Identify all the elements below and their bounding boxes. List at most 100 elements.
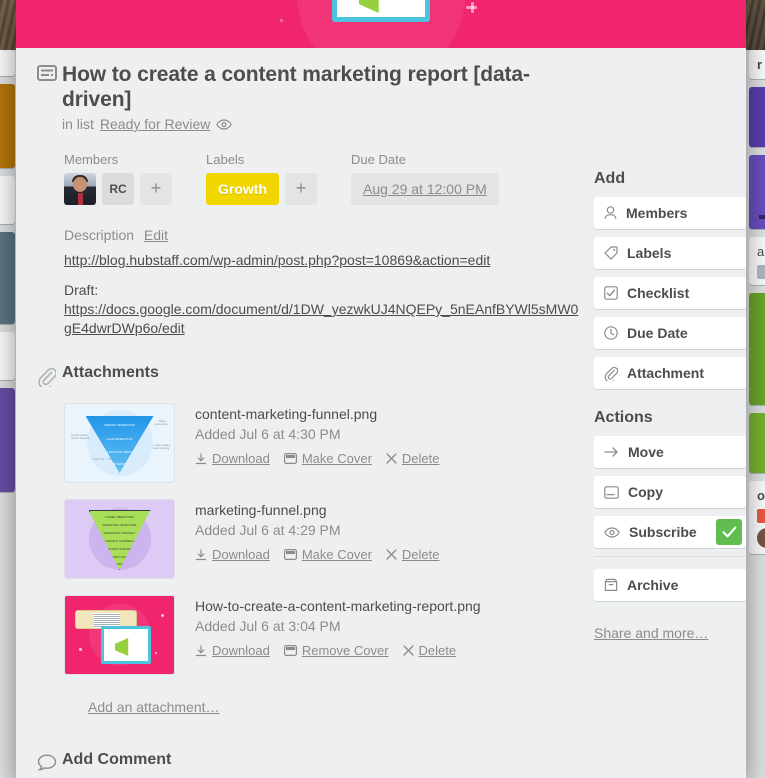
download-icon — [195, 548, 207, 560]
list-item[interactable]: anc — [749, 237, 765, 285]
list-item[interactable] — [749, 293, 765, 405]
add-comment-block: Add Comment Write a comment… — [16, 751, 596, 778]
attachment-name[interactable]: How-to-create-a-content-marketing-report… — [195, 598, 481, 614]
make-cover-link[interactable]: Make Cover — [283, 547, 372, 562]
download-link[interactable]: Download — [195, 643, 270, 658]
checklist-icon — [604, 286, 618, 300]
list-item[interactable] — [0, 50, 15, 76]
sparkle-icon — [280, 19, 283, 22]
sidebar-divider — [594, 556, 746, 557]
list-item[interactable] — [0, 84, 15, 168]
card-cover-image[interactable] — [16, 0, 746, 48]
avatar-initials[interactable]: RC — [102, 173, 134, 205]
attachment-thumbnail[interactable]: DEMAND GENERATION LEAD GENERATION LEAD N… — [64, 403, 175, 483]
remove-cover-link[interactable]: Remove Cover — [283, 643, 389, 658]
comment-icon — [32, 751, 62, 771]
delete-link[interactable]: Delete — [386, 547, 439, 562]
card-main-column: How to create a content marketing report… — [16, 48, 596, 778]
attachments-header: Attachments — [16, 364, 596, 387]
attachments-title: Attachments — [62, 364, 159, 381]
board-card-text: anc — [757, 244, 765, 259]
cover-icon — [283, 453, 297, 464]
list-item[interactable] — [0, 388, 15, 492]
sidebar-item-copy[interactable]: Copy — [594, 476, 746, 508]
list-item[interactable] — [749, 413, 765, 473]
download-icon — [195, 452, 207, 464]
add-comment-header: Add Comment — [16, 751, 596, 771]
sparkle-icon — [155, 652, 157, 654]
make-cover-link[interactable]: Make Cover — [283, 451, 372, 466]
board-card-text: orkin — [757, 488, 765, 503]
list-item[interactable]: d — [0, 332, 15, 380]
list-item[interactable]: orkin — [749, 481, 765, 554]
sidebar-item-labels[interactable]: Labels — [594, 237, 746, 269]
person-icon — [604, 206, 617, 220]
add-member-button[interactable]: + — [140, 173, 172, 205]
cover-label: Make Cover — [301, 451, 372, 466]
list-name-link[interactable]: Ready for Review — [100, 116, 211, 132]
cover-icon — [283, 645, 297, 656]
eye-icon — [604, 526, 620, 538]
download-link[interactable]: Download — [195, 451, 270, 466]
page-title[interactable]: How to create a content marketing report… — [62, 62, 596, 112]
subscribed-check-badge[interactable] — [716, 519, 742, 545]
badge-row — [0, 204, 7, 218]
list-item[interactable] — [0, 232, 15, 324]
members-items: RC + — [64, 173, 172, 205]
avatar-tie — [78, 193, 83, 205]
sidebar-item-archive[interactable]: Archive — [594, 569, 746, 601]
cover-icon — [283, 549, 297, 560]
attachment-item: FUNNEL OBJECTIVES MARKETING OBJECTIVES M… — [64, 499, 596, 579]
funnel-note: → Case studies, Lead nurturing — [151, 444, 171, 451]
attachment-name[interactable]: content-marketing-funnel.png — [195, 406, 439, 422]
eye-icon[interactable] — [216, 118, 233, 130]
add-label-button[interactable]: + — [285, 173, 317, 205]
description-link-post[interactable]: http://blog.hubstaff.com/wp-admin/post.p… — [64, 251, 584, 270]
delete-link[interactable]: Delete — [386, 451, 439, 466]
list-item[interactable]: n — [0, 176, 15, 224]
avatar[interactable] — [64, 173, 96, 205]
arrow-right-icon — [604, 446, 619, 458]
attachment-thumbnail[interactable]: FUNNEL OBJECTIVES MARKETING OBJECTIVES M… — [64, 499, 175, 579]
download-icon — [195, 644, 207, 656]
attachment-name[interactable]: marketing-funnel.png — [195, 502, 439, 518]
sidebar-item-due-date[interactable]: Due Date — [594, 317, 746, 349]
sidebar-item-members[interactable]: Members — [594, 197, 746, 229]
delete-label: Delete — [418, 643, 457, 658]
sidebar-item-checklist[interactable]: Checklist — [594, 277, 746, 309]
sidebar-item-label: Attachment — [627, 365, 705, 381]
sidebar-item-label: Move — [628, 444, 664, 460]
download-label: Download — [212, 547, 270, 562]
in-list-prefix: in list — [62, 116, 94, 132]
list-item[interactable] — [749, 155, 765, 229]
attachment-actions: Download Remove Cover Delete — [195, 643, 481, 658]
sidebar-item-attachment[interactable]: Attachment — [594, 357, 746, 389]
add-attachment-link[interactable]: Add an attachment… — [88, 699, 220, 715]
sparkle-icon — [466, 6, 477, 9]
chart-thumbnail-icon — [759, 215, 765, 219]
list-item[interactable] — [749, 87, 765, 147]
due-badge-icon — [757, 509, 765, 523]
share-and-more-link[interactable]: Share and more… — [594, 625, 708, 641]
members-group: Members RC + — [64, 152, 172, 205]
delete-link[interactable]: Delete — [402, 643, 457, 658]
download-link[interactable]: Download — [195, 547, 270, 562]
description-link-doc[interactable]: https://docs.google.com/document/d/1DW_y… — [64, 300, 584, 338]
sparkle-icon — [161, 614, 164, 617]
due-date-chip[interactable]: Aug 29 at 12:00 PM — [351, 173, 499, 205]
attachment-thumbnail[interactable] — [64, 595, 175, 675]
sparkle-icon — [341, 4, 345, 8]
sidebar-item-move[interactable]: Move — [594, 436, 746, 468]
attachment-date: Added Jul 6 at 3:04 PM — [195, 618, 341, 634]
cover-illustration-frame — [332, 0, 430, 22]
attachment-item: DEMAND GENERATION LEAD GENERATION LEAD N… — [64, 403, 596, 483]
sidebar-item-subscribe[interactable]: Subscribe — [594, 516, 746, 548]
paperclip-icon — [604, 366, 618, 381]
download-label: Download — [212, 451, 270, 466]
members-label: Members — [64, 152, 119, 167]
description-edit-link[interactable]: Edit — [144, 227, 168, 243]
attachment-info: marketing-funnel.png Added Jul 6 at 4:29… — [195, 499, 439, 579]
label-chip-growth[interactable]: Growth — [206, 173, 279, 205]
list-item[interactable]: r fo — [749, 50, 765, 79]
download-label: Download — [212, 643, 270, 658]
